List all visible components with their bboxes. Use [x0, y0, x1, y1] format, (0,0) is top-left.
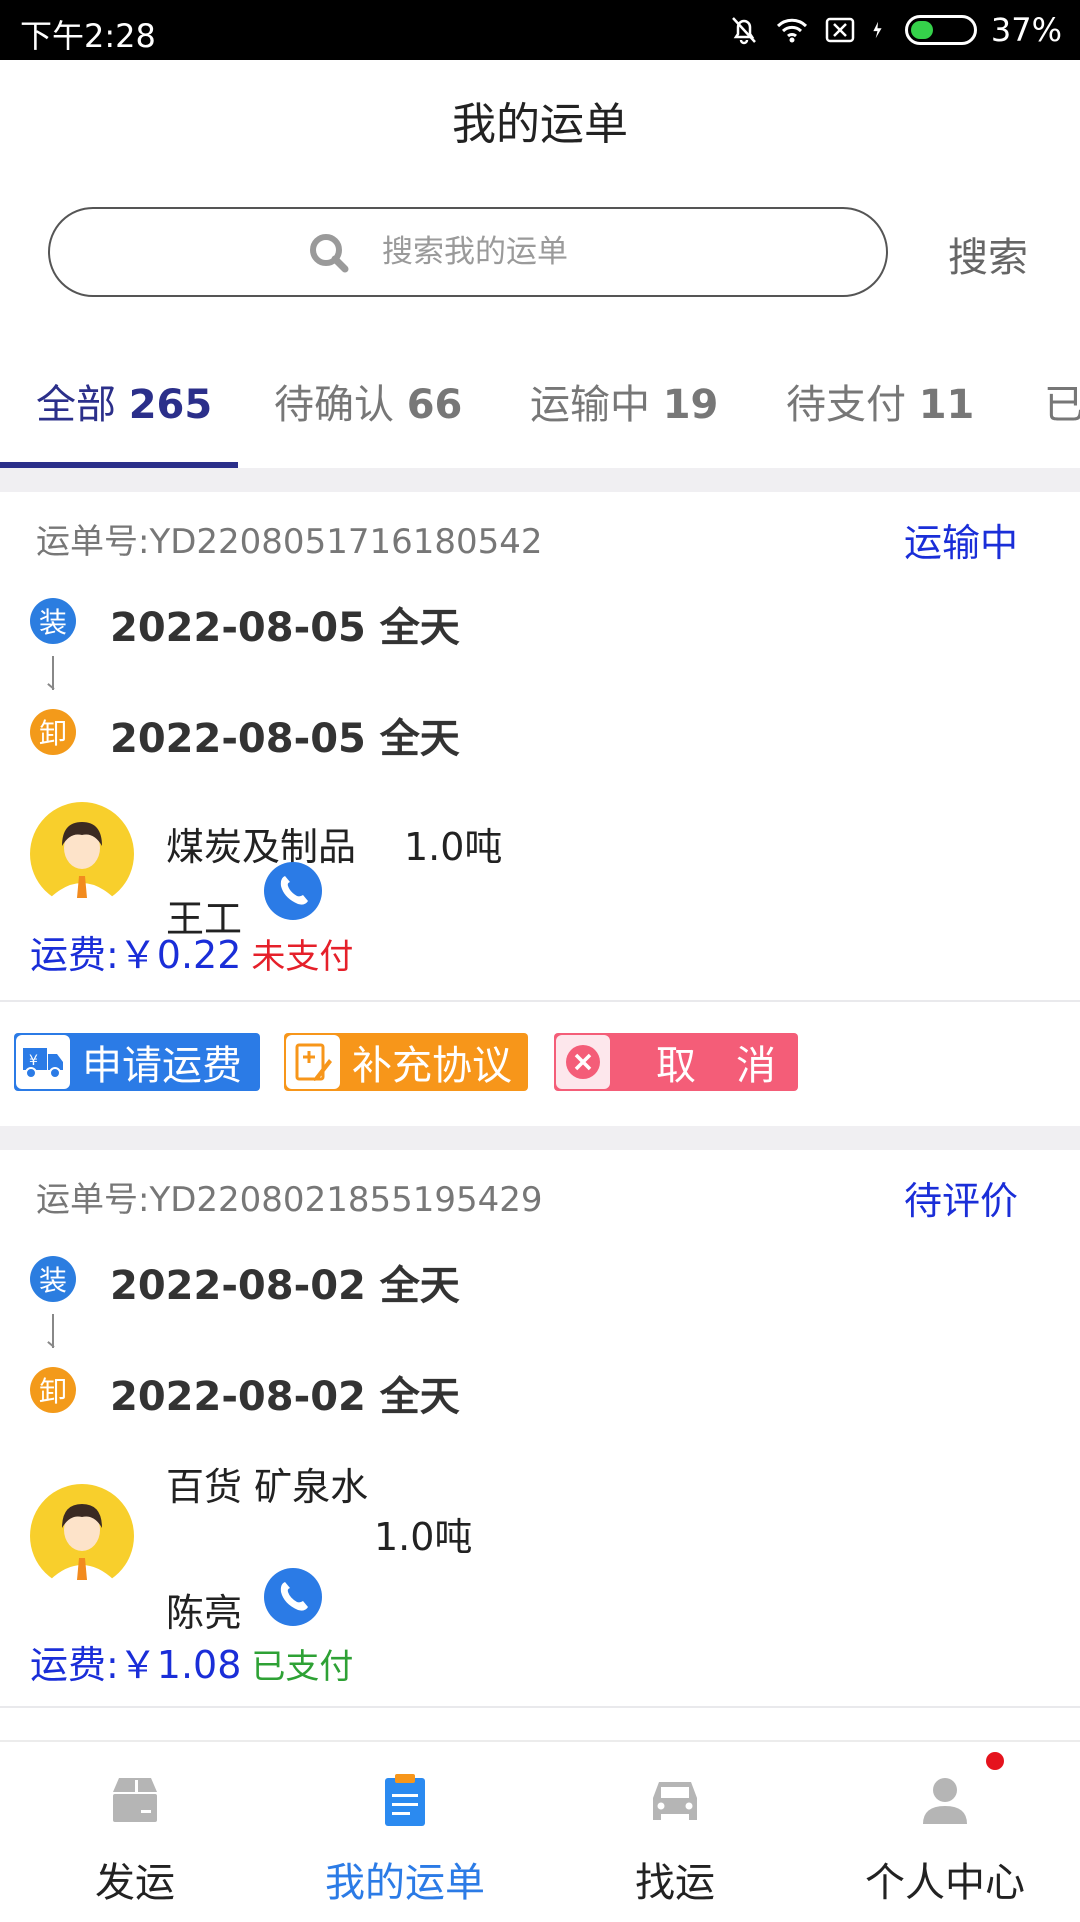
battery-percent: 37% [990, 11, 1062, 49]
supplementary-agreement-label: 补充协议 [352, 1043, 512, 1089]
unload-badge: 卸 [30, 709, 76, 755]
tab-count: 265 [128, 382, 213, 428]
status-time: 下午2:28 [20, 17, 156, 55]
truck-icon: ¥ [16, 1035, 70, 1089]
tab-label: 待支付 [786, 382, 906, 428]
apply-freight-button[interactable]: ¥ 申请运费 [14, 1033, 260, 1091]
tab-label: 全部 [36, 382, 116, 428]
tab-label: 待确认 [274, 382, 394, 428]
tab-count: 11 [918, 382, 975, 428]
clipboard-icon [385, 1774, 425, 1826]
tab-count: 19 [662, 382, 719, 428]
order-number: 运单号:YD2208051716180542 [36, 522, 543, 562]
load-date: 2022-08-05 全天 [110, 605, 460, 651]
nav-my-orders[interactable]: 我的运单 [270, 1742, 540, 1922]
wifi-icon [776, 18, 807, 43]
unload-date: 2022-08-02 全天 [110, 1374, 460, 1420]
contact-name: 陈亮 [166, 1591, 243, 1635]
tab-count: 66 [406, 382, 463, 428]
payment-status: 已支付 [251, 1647, 354, 1687]
nav-find-shipment[interactable]: 找运 [540, 1742, 810, 1922]
close-circle-icon [556, 1035, 610, 1089]
unload-date: 2022-08-05 全天 [110, 716, 460, 762]
search-input[interactable] [380, 233, 630, 271]
load-badge: 装 [30, 1256, 76, 1302]
tab-label: 运输中 [530, 382, 650, 428]
battery-icon [904, 15, 977, 45]
route-connector [52, 656, 54, 690]
avatar [30, 802, 134, 906]
status-bar: 下午2:28 37% [0, 0, 1080, 60]
nav-ship[interactable]: 发运 [0, 1742, 270, 1922]
tab-in-transit[interactable]: 运输中 19 [530, 372, 718, 430]
person-icon [923, 1778, 967, 1824]
cancel-order-button[interactable]: 取 消 [554, 1033, 798, 1091]
tab-bar: 全部 265 待确认 66 运输中 19 待支付 11 已 [0, 340, 1080, 470]
box-icon [113, 1778, 157, 1822]
freight-fee: 运费:￥1.08 已支付 [30, 1634, 353, 1689]
unload-badge: 卸 [30, 1367, 76, 1413]
svg-text:¥: ¥ [29, 1053, 38, 1069]
nav-label: 发运 [95, 1860, 175, 1906]
load-badge: 装 [30, 598, 76, 644]
order-status: 待评价 [903, 1179, 1018, 1223]
card-divider [0, 1000, 1080, 1002]
phone-icon[interactable] [264, 1568, 322, 1626]
tab-pending-payment[interactable]: 待支付 11 [786, 372, 974, 430]
payment-status: 未支付 [251, 937, 354, 977]
goods-weight: 1.0吨 [404, 825, 503, 869]
order-status: 运输中 [903, 521, 1018, 565]
freight-fee: 运费:￥0.22 未支付 [30, 924, 353, 979]
cancel-order-label: 取 消 [656, 1043, 776, 1089]
charging-icon [873, 21, 882, 39]
search-box[interactable] [48, 207, 888, 297]
nav-label: 个人中心 [865, 1860, 1025, 1906]
no-sim-icon [825, 17, 855, 43]
tab-completed[interactable]: 已 [1044, 372, 1080, 430]
order-card[interactable]: 运单号:YD2208051716180542 运输中 装 2022-08-05 … [0, 492, 1080, 1126]
tab-pending-confirm[interactable]: 待确认 66 [274, 372, 462, 430]
header: 我的运单 [0, 60, 1080, 180]
notification-dot [986, 1752, 1004, 1770]
goods-name: 煤炭及制品 [166, 825, 357, 869]
route-connector [52, 1314, 54, 1348]
edit-document-icon [286, 1035, 340, 1089]
section-gap [0, 1126, 1080, 1150]
page-title: 我的运单 [452, 99, 628, 150]
nav-personal-center[interactable]: 个人中心 [810, 1742, 1080, 1922]
phone-icon[interactable] [264, 862, 322, 920]
search-icon [310, 234, 349, 273]
bell-muted-icon [731, 17, 756, 45]
tab-label: 已 [1044, 382, 1080, 428]
order-card[interactable]: 运单号:YD2208021855195429 待评价 装 2022-08-02 … [0, 1150, 1080, 1710]
battery-level [910, 21, 934, 39]
nav-label: 我的运单 [325, 1860, 485, 1906]
goods-weight: 1.0吨 [374, 1515, 473, 1559]
nav-label: 找运 [635, 1860, 715, 1906]
freight-fee-amount: 运费:￥0.22 [30, 933, 242, 977]
search-button[interactable]: 搜索 [948, 225, 1028, 283]
apply-freight-label: 申请运费 [82, 1043, 242, 1089]
supplementary-agreement-button[interactable]: 补充协议 [284, 1033, 528, 1091]
card-divider [0, 1706, 1080, 1708]
freight-fee-amount: 运费:￥1.08 [30, 1643, 242, 1687]
order-number: 运单号:YD2208021855195429 [36, 1180, 543, 1220]
tab-all[interactable]: 全部 265 [36, 372, 212, 430]
section-gap [0, 468, 1080, 492]
avatar [30, 1484, 134, 1588]
bottom-navigation: 发运 我的运单 找运 个人中心 [0, 1740, 1080, 1920]
goods-name: 百货 矿泉水 [166, 1465, 369, 1509]
status-icons: 37% [727, 8, 1062, 52]
car-icon [653, 1782, 697, 1820]
load-date: 2022-08-02 全天 [110, 1263, 460, 1309]
